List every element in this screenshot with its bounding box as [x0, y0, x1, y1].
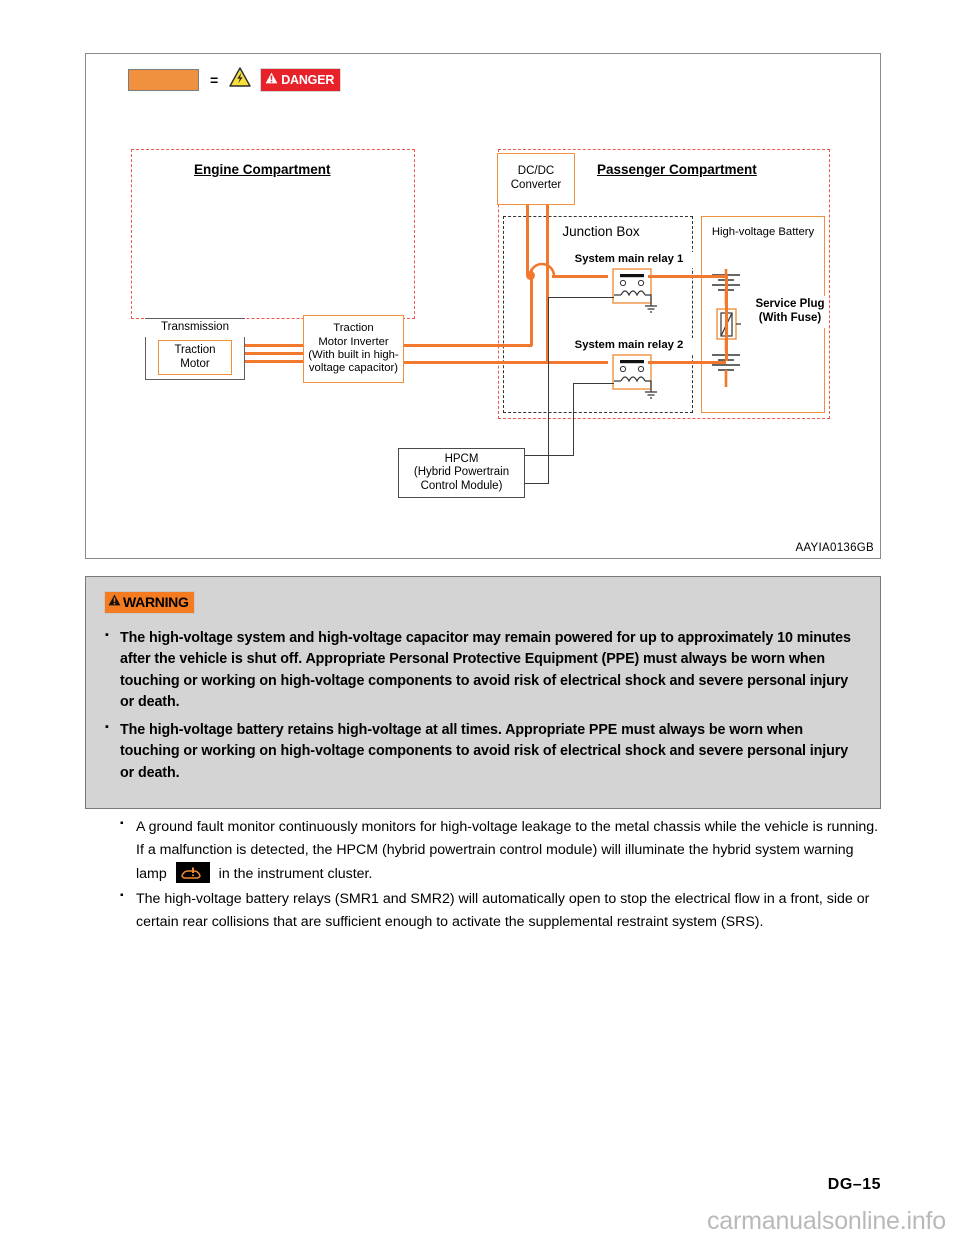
junction-box-label: Junction Box [546, 222, 656, 242]
hpcm-label-l2: (Hybrid Powertrain [413, 466, 510, 479]
traction-motor-box: Traction Motor [158, 340, 232, 375]
electrical-hazard-icon [229, 67, 251, 92]
service-plug-label-l1: Service Plug [755, 298, 825, 311]
legend-equals-sign: = [210, 71, 219, 88]
warning-tag: WARNING [104, 591, 195, 614]
hpcm-label-l3: Control Module) [420, 479, 503, 492]
hv-wire-inverter-upper [404, 344, 532, 347]
high-voltage-battery-label: High-voltage Battery [704, 224, 822, 242]
dcdc-converter-box: DC/DC Converter [497, 153, 575, 205]
warning-block: WARNING The high-voltage system and high… [85, 576, 881, 810]
hv-wire-relay2-to-battery [648, 361, 726, 364]
motor-phase-wire-1 [245, 344, 304, 347]
transmission-label: Transmission [145, 319, 245, 337]
dcdc-label-l1: DC/DC [517, 165, 555, 178]
hpcm-label-l1: HPCM [444, 452, 479, 465]
hv-wire-dcdc-left-lead [526, 205, 529, 275]
dcdc-label-l2: Converter [510, 179, 562, 191]
control-wire-relay2-vertical [573, 383, 575, 456]
inverter-label-l3: (With built in high- [308, 349, 399, 361]
warning-triangle-icon [265, 71, 278, 89]
legend-orange-swatch [128, 68, 199, 91]
hv-wire-battery-right-rail [725, 275, 728, 361]
danger-badge: DANGER [260, 67, 342, 92]
control-wire-relay2-coil [573, 383, 614, 385]
figure-frame: = DANGER Engine Compartment Transmission… [85, 53, 881, 559]
hv-wire-relay1-to-battery [648, 275, 726, 278]
inverter-label-l1: Traction [333, 322, 374, 335]
traction-motor-label-l2: Motor [180, 357, 210, 370]
warning-list-item: The high-voltage system and high-voltage… [104, 627, 862, 714]
list-item: The high-voltage battery relays (SMR1 an… [118, 888, 888, 934]
hv-wire-to-relay1-contact [552, 275, 608, 278]
warning-list: The high-voltage system and high-voltage… [104, 627, 862, 784]
hv-wire-to-relay2-contact [552, 361, 608, 364]
traction-motor-inverter-box: Traction Motor Inverter (With built in h… [303, 315, 404, 383]
inverter-label-l4: voltage capacitor) [308, 362, 399, 375]
figure-id: AAYIA0136GB [795, 542, 874, 554]
service-plug-label: Service Plug (With Fuse) [754, 296, 826, 328]
warning-triangle-icon [108, 593, 121, 611]
danger-label: DANGER [281, 72, 335, 87]
passenger-compartment-title: Passenger Compartment [597, 162, 757, 177]
figure-legend: = DANGER [128, 67, 342, 92]
motor-phase-wire-2 [245, 352, 304, 355]
page-number: DG–15 [827, 1176, 881, 1193]
warning-label: WARNING [123, 594, 189, 610]
warning-list-item: The high-voltage battery retains high-vo… [104, 719, 862, 784]
system-main-relay-1-label: System main relay 1 [564, 252, 694, 268]
engine-compartment-title: Engine Compartment [194, 162, 331, 177]
motor-phase-wire-3 [245, 360, 304, 363]
body-item1-text-after: in the instrument cluster. [218, 866, 373, 882]
traction-motor-label-l1: Traction [174, 343, 216, 356]
list-item: A ground fault monitor continuously moni… [118, 816, 888, 886]
hpcm-box: HPCM (Hybrid Powertrain Control Module) [398, 448, 525, 498]
watermark: carmanualsonline.info [706, 1207, 946, 1235]
body-list: A ground fault monitor continuously moni… [118, 816, 888, 936]
inverter-label-l2: Motor Inverter [318, 335, 389, 348]
service-plug-label-l2: (With Fuse) [758, 312, 822, 324]
battery-cells-and-service-plug-symbol [706, 269, 752, 399]
hybrid-system-warning-lamp-icon [175, 862, 210, 883]
system-main-relay-2-label: System main relay 2 [564, 338, 694, 354]
control-wire-relay1-coil [548, 297, 614, 299]
